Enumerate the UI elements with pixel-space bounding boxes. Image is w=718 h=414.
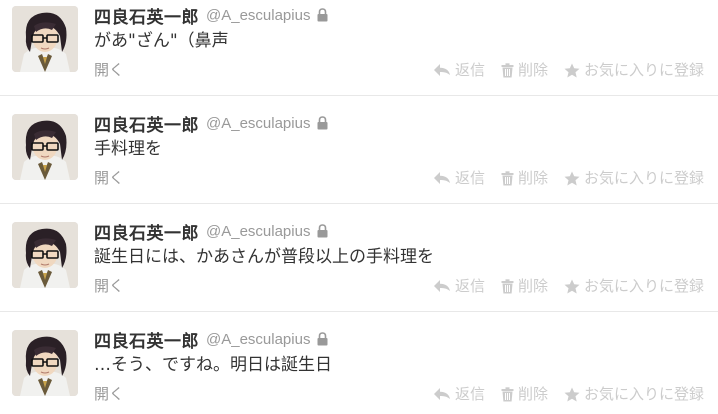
tweet-item[interactable]: 四良石英一郎 @A_esculapius 手料理を 開く 返信 削除 お気に入り… [0, 97, 718, 204]
favorite-label: お気に入りに登録 [583, 169, 704, 187]
star-icon [564, 171, 580, 185]
reply-button[interactable]: 返信 [433, 168, 485, 188]
reply-icon [433, 388, 450, 400]
lock-icon [317, 223, 328, 238]
lock-icon [317, 7, 328, 22]
reply-label: 返信 [454, 277, 485, 295]
avatar[interactable] [12, 6, 78, 72]
favorite-label: お気に入りに登録 [583, 61, 704, 79]
favorite-label: お気に入りに登録 [583, 385, 704, 403]
tweet-header: 四良石英一郎 @A_esculapius [94, 219, 328, 244]
user-fullname[interactable]: 四良石英一郎 [94, 219, 199, 244]
trash-icon [501, 278, 514, 293]
delete-button[interactable]: 削除 [501, 168, 548, 188]
user-fullname[interactable]: 四良石英一郎 [94, 3, 199, 28]
favorite-button[interactable]: お気に入りに登録 [564, 384, 704, 404]
tweet-header: 四良石英一郎 @A_esculapius [94, 111, 328, 136]
user-handle[interactable]: @A_esculapius [206, 7, 310, 24]
lock-icon [317, 331, 328, 346]
delete-button[interactable]: 削除 [501, 60, 548, 80]
tweet-actions: 返信 削除 お気に入りに登録 [433, 168, 704, 188]
favorite-label: お気に入りに登録 [583, 277, 704, 295]
user-fullname[interactable]: 四良石英一郎 [94, 111, 199, 136]
reply-label: 返信 [454, 169, 485, 187]
delete-label: 削除 [517, 169, 548, 187]
delete-label: 削除 [517, 385, 548, 403]
favorite-button[interactable]: お気に入りに登録 [564, 60, 704, 80]
avatar[interactable] [12, 222, 78, 288]
open-tweet-link[interactable]: 開く [94, 384, 124, 404]
tweet-header: 四良石英一郎 @A_esculapius [94, 327, 328, 352]
tweet-text: があ"ざん"（鼻声 [94, 31, 229, 51]
star-icon [564, 387, 580, 401]
avatar[interactable] [12, 330, 78, 396]
user-handle[interactable]: @A_esculapius [206, 331, 310, 348]
open-tweet-link[interactable]: 開く [94, 60, 124, 80]
user-handle[interactable]: @A_esculapius [206, 223, 310, 240]
open-tweet-link[interactable]: 開く [94, 276, 124, 296]
reply-label: 返信 [454, 61, 485, 79]
avatar[interactable] [12, 114, 78, 180]
tweet-actions: 返信 削除 お気に入りに登録 [433, 384, 704, 404]
trash-icon [501, 62, 514, 77]
lock-icon [317, 115, 328, 130]
delete-button[interactable]: 削除 [501, 276, 548, 296]
user-handle[interactable]: @A_esculapius [206, 115, 310, 132]
tweet-item[interactable]: 四良石英一郎 @A_esculapius …そう、ですね。明日は誕生日 開く 返… [0, 313, 718, 414]
tweet-text: …そう、ですね。明日は誕生日 [94, 355, 332, 375]
favorite-button[interactable]: お気に入りに登録 [564, 276, 704, 296]
reply-icon [433, 280, 450, 292]
star-icon [564, 63, 580, 77]
tweet-actions: 返信 削除 お気に入りに登録 [433, 60, 704, 80]
reply-button[interactable]: 返信 [433, 384, 485, 404]
open-tweet-link[interactable]: 開く [94, 168, 124, 188]
user-fullname[interactable]: 四良石英一郎 [94, 327, 199, 352]
tweet-text: 誕生日には、かあさんが普段以上の手料理を [94, 247, 434, 267]
delete-label: 削除 [517, 277, 548, 295]
reply-icon [433, 172, 450, 184]
tweet-timeline: 四良石英一郎 @A_esculapius があ"ざん"（鼻声 開く 返信 削除 … [0, 0, 718, 414]
favorite-button[interactable]: お気に入りに登録 [564, 168, 704, 188]
tweet-actions: 返信 削除 お気に入りに登録 [433, 276, 704, 296]
reply-button[interactable]: 返信 [433, 60, 485, 80]
delete-button[interactable]: 削除 [501, 384, 548, 404]
tweet-item[interactable]: 四良石英一郎 @A_esculapius があ"ざん"（鼻声 開く 返信 削除 … [0, 0, 718, 96]
tweet-text: 手料理を [94, 139, 162, 159]
delete-label: 削除 [517, 61, 548, 79]
reply-label: 返信 [454, 385, 485, 403]
star-icon [564, 279, 580, 293]
tweet-header: 四良石英一郎 @A_esculapius [94, 3, 328, 28]
tweet-item[interactable]: 四良石英一郎 @A_esculapius 誕生日には、かあさんが普段以上の手料理… [0, 205, 718, 312]
trash-icon [501, 170, 514, 185]
trash-icon [501, 386, 514, 401]
reply-icon [433, 64, 450, 76]
reply-button[interactable]: 返信 [433, 276, 485, 296]
